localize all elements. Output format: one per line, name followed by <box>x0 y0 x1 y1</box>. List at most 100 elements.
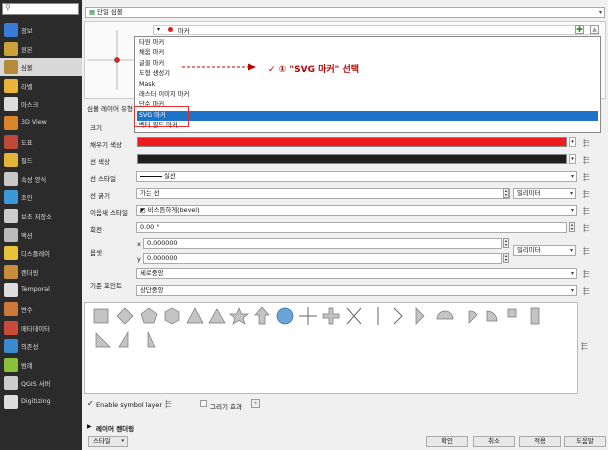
dropdown-option[interactable]: 벡터 필드 마커 <box>137 121 598 131</box>
style-menu-button[interactable]: 스타일 ▾ <box>88 436 128 447</box>
rotation-spinner[interactable]: ▴ ▾ <box>569 222 575 232</box>
help-button[interactable]: 도움말 <box>564 436 606 447</box>
sidebar-item-19[interactable]: QGIS 서버 <box>0 374 82 392</box>
dropdown-option[interactable]: 래스터 이미지 마커 <box>137 90 598 100</box>
offset-x-input[interactable]: 0.000000 <box>143 238 502 249</box>
collapse-triangle-icon[interactable]: ▾ <box>157 26 160 33</box>
sidebar-item-14[interactable]: Temporal <box>0 281 82 299</box>
offset-y-spinner[interactable]: ▴ ▾ <box>503 253 509 263</box>
sidebar-item-8[interactable]: 속성 양식 <box>0 170 82 188</box>
digitizing-icon <box>4 395 18 409</box>
dropdown-option[interactable]: SVG 마커 <box>137 110 598 121</box>
dropdown-option[interactable]: 채움 마커 <box>137 48 598 58</box>
data-defined-override-icon[interactable]: ⬱ <box>583 138 592 147</box>
sidebar-search-input[interactable]: ⚲ <box>2 3 79 15</box>
enable-symbol-layer-label: Enable symbol layer <box>96 401 163 409</box>
stroke-width-spinner[interactable]: ▴ ▾ <box>503 188 509 198</box>
sidebar-item-15[interactable]: 변수 <box>0 300 82 318</box>
sidebar-item-label: 원본 <box>21 46 33 54</box>
remove-layer-icon[interactable]: ▲ <box>590 25 599 34</box>
dropdown-option[interactable]: Mask <box>137 80 598 90</box>
offset-x-value: 0.000000 <box>147 239 178 247</box>
data-defined-override-icon[interactable]: ⬱ <box>583 286 592 295</box>
draw-effects-label: 그리기 효과 <box>210 403 242 411</box>
sidebar-item-11[interactable]: 액션 <box>0 226 82 244</box>
sidebar-item-label: 3D View <box>21 119 47 126</box>
data-defined-override-icon[interactable]: ⬱ <box>581 341 587 351</box>
size-label: 크기 <box>90 124 102 132</box>
display-tip-icon <box>4 246 18 261</box>
cancel-button[interactable]: 취소 <box>473 436 515 447</box>
diagonal-half-square-shape-icon <box>147 331 156 348</box>
sidebar-item-2[interactable]: 심볼 <box>0 58 82 77</box>
data-defined-override-icon[interactable]: ⬱ <box>583 172 592 181</box>
ok-button[interactable]: 확인 <box>426 436 468 447</box>
sidebar-item-12[interactable]: 디스플레이 <box>0 244 82 262</box>
data-defined-override-icon[interactable]: ⬱ <box>583 223 592 232</box>
expand-triangle-icon[interactable]: ▶ <box>87 423 92 430</box>
anchor-horizontal-value: 세로중앙 <box>140 269 164 277</box>
sidebar-item-4[interactable]: 마스크 <box>0 95 82 113</box>
join-style-select[interactable]: ◩ 비스듬하게(bevel) ▾ <box>136 205 577 216</box>
apply-button[interactable]: 적용 <box>519 436 561 447</box>
anchor-vertical-select[interactable]: 상단중앙 ▾ <box>136 285 577 296</box>
hexagon-shape-icon <box>164 307 180 325</box>
rotation-input[interactable]: 0.00 ° <box>136 222 567 233</box>
sidebar-item-6[interactable]: 도표 <box>0 133 82 151</box>
chevron-down-icon: ▾ <box>570 173 574 180</box>
sidebar-item-17[interactable]: 의존성 <box>0 337 82 355</box>
bevel-join-icon: ◩ <box>140 207 146 214</box>
sidebar-item-13[interactable]: 렌더링 <box>0 263 82 281</box>
stroke-color-menu-arrow[interactable]: ▾ <box>569 154 576 164</box>
sidebar-item-label: 범례 <box>21 362 33 370</box>
sidebar-item-1[interactable]: 원본 <box>0 40 82 58</box>
dropdown-option[interactable]: 타원 마커 <box>137 38 598 48</box>
triangle-shape-icon <box>186 307 204 324</box>
sidebar-item-0[interactable]: 정보 <box>0 21 82 39</box>
data-defined-override-icon[interactable]: ⬱ <box>583 155 592 164</box>
stroke-width-unit-select[interactable]: 밀리미터 ▾ <box>513 188 576 199</box>
effects-settings-icon[interactable]: ✦ <box>251 399 260 408</box>
sidebar-item-3[interactable]: 라벨 <box>0 77 82 95</box>
sidebar-item-9[interactable]: 조인 <box>0 188 82 206</box>
offset-y-input[interactable]: 0.000000 <box>143 253 502 264</box>
data-defined-override-icon[interactable]: ⬱ <box>583 269 592 278</box>
offset-unit-select[interactable]: 밀리미터 ▾ <box>513 245 576 256</box>
data-defined-override-icon[interactable]: ⬱ <box>583 189 592 198</box>
sidebar-item-5[interactable]: 3D View <box>0 114 82 132</box>
data-defined-override-icon[interactable]: ⬱ <box>583 206 592 215</box>
renderer-select[interactable]: ▦ 단일 심볼 ▾ <box>85 7 605 18</box>
symbol-tree[interactable]: ▾ 마커 <box>153 25 599 35</box>
left-half-triangle-shape-icon <box>118 330 129 348</box>
add-layer-icon[interactable]: ✚ <box>575 25 584 34</box>
enable-symbol-layer-checkbox[interactable]: ✓ <box>87 400 95 408</box>
stroke-style-select[interactable]: 실선 ▾ <box>136 171 577 182</box>
fill-color-menu-arrow[interactable]: ▾ <box>569 137 576 147</box>
rendering-brush-icon <box>4 264 18 279</box>
layer-rendering-section[interactable]: 레이어 렌더링 <box>96 423 134 433</box>
dropdown-option[interactable]: 단순 마커 <box>137 100 598 110</box>
style-button-label: 스타일 <box>93 437 111 445</box>
sidebar-item-10[interactable]: 보조 저장소 <box>0 207 82 225</box>
pentagon-shape-icon <box>140 307 158 324</box>
symbol-tree-marker-item[interactable]: 마커 <box>178 26 190 35</box>
draw-effects-checkbox[interactable] <box>200 400 207 407</box>
chevron-down-icon: ▾ <box>598 9 602 16</box>
attributes-form-icon <box>4 171 18 186</box>
anchor-horizontal-select[interactable]: 세로중앙 ▾ <box>136 268 577 279</box>
diamond-shape-icon <box>116 307 134 325</box>
sidebar-item-18[interactable]: 범례 <box>0 356 82 374</box>
sidebar-item-7[interactable]: 필드 <box>0 151 82 169</box>
sidebar-item-16[interactable]: 메타데이터 <box>0 319 82 337</box>
sidebar-item-label: 변수 <box>21 307 33 314</box>
stroke-width-input[interactable]: 가는 선 <box>136 188 510 199</box>
help-label: 도움말 <box>576 437 594 445</box>
auxiliary-storage-icon <box>4 209 18 223</box>
data-defined-override-icon[interactable]: ⬱ <box>583 246 592 255</box>
offset-x-spinner[interactable]: ▴ ▾ <box>503 238 509 248</box>
sidebar-item-20[interactable]: Digitizing <box>0 393 82 411</box>
data-defined-override-icon[interactable]: ⬱ <box>165 399 174 408</box>
apply-label: 적용 <box>534 437 546 445</box>
fill-color-button[interactable] <box>137 137 567 147</box>
stroke-color-button[interactable] <box>137 154 567 164</box>
